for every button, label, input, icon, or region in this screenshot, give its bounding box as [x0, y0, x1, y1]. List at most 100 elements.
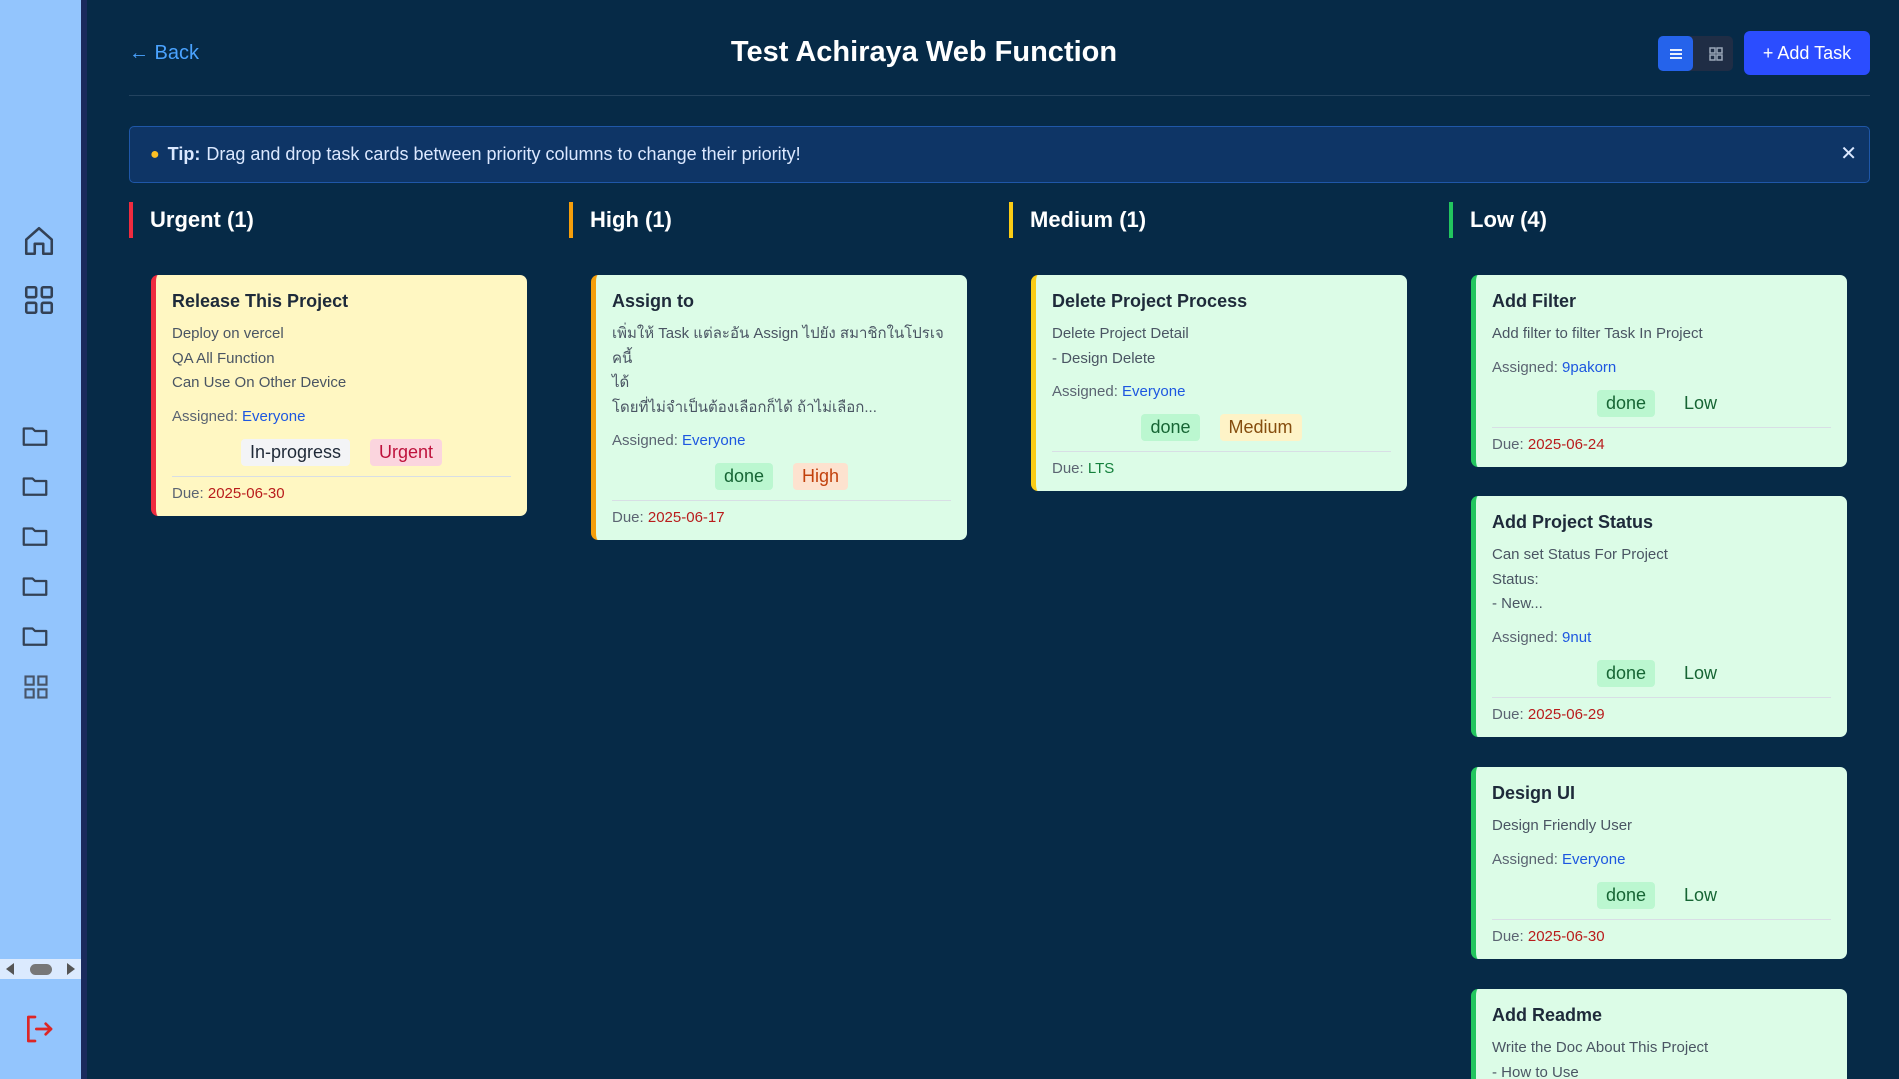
card-assigned: Assigned: Everyone [1052, 383, 1391, 400]
due-date: LTS [1087, 460, 1115, 477]
card-due: Due: 2025-06-30 [1492, 918, 1831, 959]
tip-banner: ● Tip: Drag and drop task cards between … [129, 126, 1870, 183]
card-title: Release This Project [172, 291, 349, 311]
column-low: Low (4) Add Filter Add filter to filter … [1449, 202, 1869, 1079]
priority-badge: Medium [1219, 414, 1302, 441]
status-badge: done [714, 463, 773, 490]
card-description: Delete Project Detail - Design Delete [1052, 322, 1391, 371]
task-card[interactable]: Add Project Status Can set Status For Pr… [1471, 496, 1847, 737]
task-card[interactable]: Add Filter Add filter to filter Task In … [1471, 275, 1847, 467]
priority-badge: Urgent [370, 438, 443, 466]
card-description: Can set Status For Project Status: - New… [1492, 543, 1831, 617]
due-date: 2025-06-29 [1527, 705, 1605, 723]
status-badge: done [1596, 659, 1655, 687]
grid-icon[interactable] [22, 673, 50, 701]
card-due: Due: 2025-06-17 [612, 500, 951, 540]
grid-icon [1708, 46, 1723, 61]
card-title: Assign to [612, 291, 695, 311]
priority-badge: High [793, 463, 849, 490]
desc-line: โดยที่ไม่จำเป็นต้องเลือกก็ได้ ถ้าไม่เลือ… [612, 398, 877, 416]
assignee: Everyone [242, 407, 306, 425]
header-bar: ← Back Test Achiraya Web Function + Add … [129, 0, 1870, 96]
sidebar-scrollbar[interactable] [0, 959, 81, 979]
card-due: Due: 2025-06-29 [1492, 696, 1831, 737]
status-badge: done [1596, 881, 1655, 909]
task-card[interactable]: Delete Project Process Delete Project De… [1031, 275, 1407, 491]
column-high: High (1) Assign to เพิ่มให้ Task แต่ละอั… [569, 202, 989, 540]
grid-icon[interactable] [22, 283, 56, 317]
card-badges: done Medium [1052, 414, 1391, 441]
logout-icon[interactable] [23, 1013, 55, 1045]
desc-line: Can set Status For Project [1492, 546, 1668, 563]
desc-line: Design Friendly User [1492, 817, 1633, 834]
status-badge: done [1141, 414, 1200, 441]
card-due: Due: LTS [1052, 451, 1391, 491]
scroll-thumb[interactable] [29, 963, 52, 975]
column-header: High (1) [569, 202, 989, 238]
card-description: เพิ่มให้ Task แต่ละอัน Assign ไปยัง สมาช… [612, 322, 951, 420]
assignee: Everyone [682, 432, 746, 449]
scroll-right-icon[interactable] [67, 963, 75, 975]
assignee: Everyone [1122, 383, 1186, 400]
folder-icon[interactable] [20, 621, 50, 651]
priority-badge: Low [1675, 881, 1727, 909]
assigned-label: Assigned: [1052, 383, 1118, 400]
desc-line: Status: [1492, 570, 1539, 588]
assignee: 9nut [1562, 628, 1592, 646]
card-title: Add Filter [1492, 291, 1576, 311]
task-card[interactable]: Design UI Design Friendly User Assigned:… [1471, 767, 1847, 959]
desc-line: - Design Delete [1052, 349, 1156, 367]
view-toggle [1658, 36, 1733, 71]
desc-line: - How to Use [1492, 1063, 1579, 1079]
desc-line: ได้ [612, 374, 630, 391]
card-description: Deploy on vercel QA All Function Can Use… [172, 322, 511, 396]
folder-icon[interactable] [20, 521, 50, 551]
home-icon[interactable] [22, 224, 56, 258]
card-description: Design Friendly User [1492, 814, 1831, 839]
folder-icon[interactable] [20, 471, 50, 501]
close-icon[interactable]: ✕ [1840, 141, 1857, 166]
tip-text: Drag and drop task cards between priorit… [206, 144, 801, 164]
assigned-label: Assigned: [1492, 850, 1558, 868]
status-badge: In-progress [240, 438, 350, 466]
list-view-button[interactable] [1658, 36, 1693, 71]
due-label: Due: [1492, 927, 1524, 945]
due-label: Due: [1052, 460, 1084, 477]
card-title: Add Project Status [1492, 512, 1654, 532]
assigned-label: Assigned: [612, 432, 678, 449]
due-label: Due: [1492, 705, 1524, 723]
due-date: 2025-06-17 [647, 509, 725, 526]
assignee: Everyone [1562, 850, 1626, 868]
card-description: Add filter to filter Task In Project [1492, 322, 1831, 347]
due-date: 2025-06-30 [207, 484, 285, 502]
page-title: Test Achiraya Web Function [730, 36, 1118, 68]
assigned-label: Assigned: [172, 407, 238, 425]
scroll-left-icon[interactable] [6, 963, 14, 975]
card-description: Write the Doc About This Project - How t… [1492, 1036, 1831, 1079]
grid-view-button[interactable] [1698, 36, 1733, 71]
due-label: Due: [612, 509, 644, 526]
due-date: 2025-06-30 [1527, 927, 1605, 945]
desc-line: Write the Doc About This Project [1492, 1039, 1709, 1056]
card-assigned: Assigned: 9nut [1492, 629, 1831, 646]
sidebar [0, 0, 81, 1079]
card-badges: done Low [1492, 389, 1831, 417]
folder-icon[interactable] [20, 571, 50, 601]
column-header: Urgent (1) [129, 202, 549, 238]
card-assigned: Assigned: Everyone [1492, 851, 1831, 868]
card-badges: done Low [1492, 659, 1831, 687]
add-task-button[interactable]: + Add Task [1744, 31, 1870, 75]
due-date: 2025-06-24 [1527, 435, 1605, 453]
task-card[interactable]: Add Readme Write the Doc About This Proj… [1471, 989, 1847, 1079]
card-assigned: Assigned: Everyone [612, 432, 951, 449]
task-card[interactable]: Release This Project Deploy on vercel QA… [151, 275, 527, 516]
card-due: Due: 2025-06-24 [1492, 426, 1831, 467]
desc-line: Can Use On Other Device [172, 374, 347, 391]
card-assigned: Assigned: Everyone [172, 408, 511, 425]
column-medium: Medium (1) Delete Project Process Delete… [1009, 202, 1429, 491]
list-icon [1669, 48, 1682, 59]
task-card[interactable]: Assign to เพิ่มให้ Task แต่ละอัน Assign … [591, 275, 967, 540]
desc-line: QA All Function [172, 349, 275, 367]
folder-icon[interactable] [20, 421, 50, 451]
sidebar-edge [81, 0, 87, 1079]
